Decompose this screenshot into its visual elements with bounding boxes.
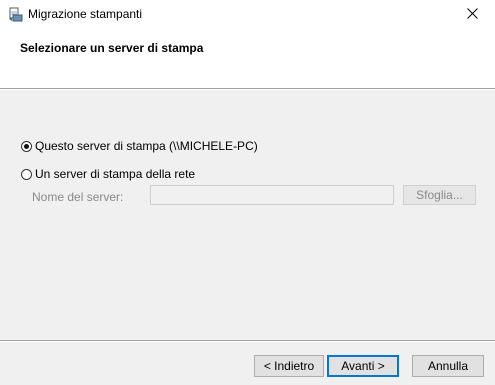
page-title: Selezionare un server di stampa <box>20 41 204 55</box>
window-title: Migrazione stampanti <box>28 7 143 21</box>
network-server-radio[interactable] <box>21 168 32 180</box>
network-server-label: Un server di stampa della rete <box>35 167 196 181</box>
printer-migration-dialog: Migrazione stampanti Selezionare un serv… <box>0 0 495 385</box>
server-name-field[interactable] <box>150 185 394 205</box>
header-divider-highlight <box>0 89 495 90</box>
title-bar: Migrazione stampanti <box>0 0 495 30</box>
this-server-option[interactable]: Questo server di stampa (\\MICHELE-PC) <box>21 139 258 153</box>
wizard-header: Selezionare un server di stampa <box>0 30 495 88</box>
network-server-option[interactable]: Un server di stampa della rete <box>21 167 195 181</box>
close-button[interactable] <box>449 0 495 30</box>
close-icon <box>466 8 478 22</box>
back-button[interactable]: < Indietro <box>254 355 324 377</box>
this-server-radio[interactable] <box>21 140 32 152</box>
next-button[interactable]: Avanti > <box>327 355 399 377</box>
browse-button[interactable]: Sfoglia... <box>403 185 476 205</box>
printer-migration-icon <box>8 7 24 23</box>
footer-divider-highlight <box>0 341 495 342</box>
server-name-label: Nome del server: <box>32 190 124 204</box>
cancel-button[interactable]: Annulla <box>412 355 484 377</box>
this-server-label: Questo server di stampa (\\MICHELE-PC) <box>35 139 258 153</box>
